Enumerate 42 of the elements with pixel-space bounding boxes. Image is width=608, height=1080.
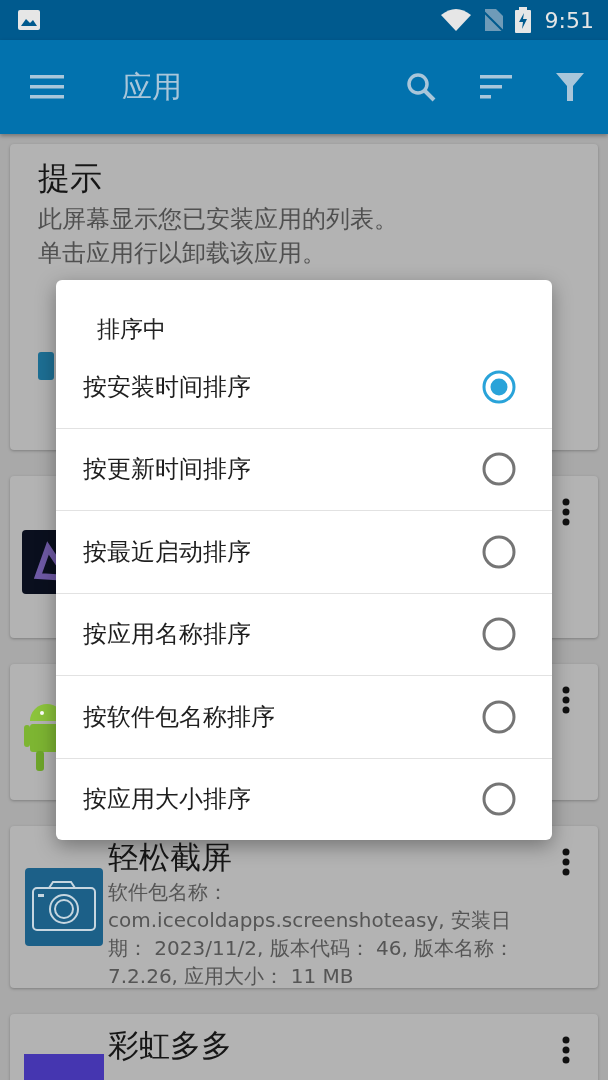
camera-icon [25,868,103,946]
more-icon[interactable] [562,686,570,714]
option-label: 按安装时间排序 [83,371,251,403]
option-label: 按更新时间排序 [83,454,251,486]
radio-button[interactable] [482,452,516,487]
sort-icon[interactable] [480,75,512,99]
app-name: 轻松截屏 [108,840,232,874]
search-icon[interactable] [406,72,436,102]
option-label: 按最近启动排序 [83,536,251,568]
radio-button[interactable] [482,699,516,734]
app-card[interactable]: 彩虹多多 [10,1014,598,1080]
menu-icon[interactable] [30,75,64,99]
option-label: 按应用大小排序 [83,784,251,816]
sort-option[interactable]: 按最近启动排序 [56,511,552,594]
app-details: 软件包名称： com.icecoldapps.screenshoteasy, 安装日期： 2023/11/2, 版本代码： 46, 版本名称： 7.2.26, 应用大小： 11 MB [108,879,516,990]
sort-option[interactable]: 按应用名称排序 [56,593,552,676]
dialog-title: 排序中 [97,315,166,344]
option-label: 按应用名称排序 [83,619,251,651]
radio-button[interactable] [482,782,516,817]
more-icon[interactable] [562,498,570,526]
hint-text: 此屏幕显示您已安装应用的列表。 [38,204,399,235]
wifi-icon [440,9,471,31]
app-name: 彩虹多多 [108,1028,232,1062]
sort-option[interactable]: 按软件包名称排序 [56,676,552,759]
filter-icon[interactable] [556,73,584,101]
image-icon [18,10,40,30]
more-icon[interactable] [562,1036,570,1064]
radio-button[interactable] [482,617,516,652]
app-card[interactable]: 轻松截屏 软件包名称： com.icecoldapps.screenshoteasy, 安装日期： 2023/11/2, 版本代码： 46, 版本名称： 7.2.26, 应用大小： 11 MB [10,826,598,988]
hint-icon [38,352,54,380]
hint-title: 提示 [38,158,103,199]
sort-option[interactable]: 按更新时间排序 [56,428,552,511]
hint-text: 单击应用行以卸载该应用。 [38,238,327,269]
battery-charging-icon [514,7,531,33]
app-bar-title: 应用 [122,67,183,106]
more-icon[interactable] [562,848,570,876]
radio-button[interactable] [482,369,516,404]
radio-button[interactable] [482,534,516,569]
option-label: 按软件包名称排序 [83,701,275,733]
status-time: 9:51 [544,7,594,33]
sort-option[interactable]: 按安装时间排序 [56,346,552,429]
no-sim-icon [482,9,503,31]
